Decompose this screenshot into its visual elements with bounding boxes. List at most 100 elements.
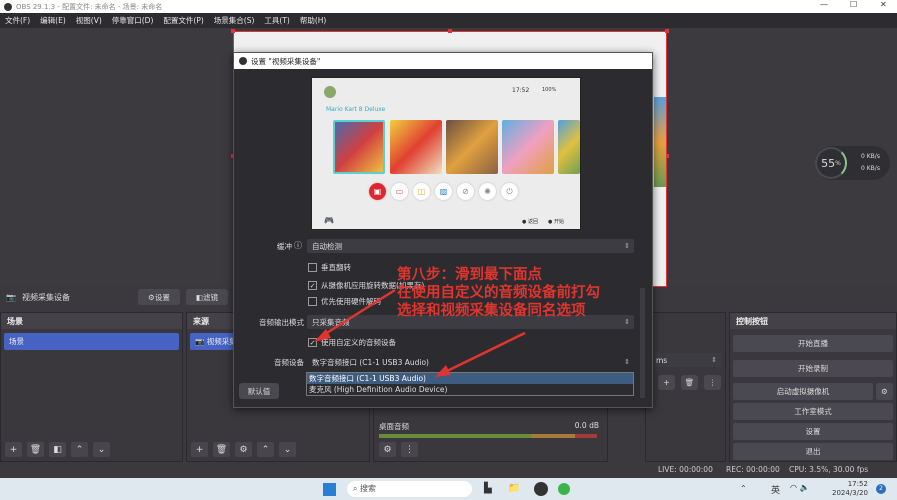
power-icon: ⏻ <box>501 183 518 200</box>
chevron-up-icon[interactable]: ⌃ <box>71 442 88 457</box>
annotation-text: 第八步：滑到最下面点 在使用自定义的音频设备前打勾 选择和视频采集设备同名选项 <box>397 266 600 320</box>
selected-source-name: 视频采集设备 <box>21 292 70 302</box>
chevron-down-icon[interactable]: ⌄ <box>93 442 110 457</box>
menu-tools[interactable]: 工具(T) <box>264 15 289 26</box>
duration-field[interactable]: ms ⇕ <box>651 353 721 367</box>
label: 垂直翻转 <box>321 263 351 272</box>
trash-icon[interactable]: 🗑 <box>681 375 698 390</box>
menu-help[interactable]: 帮助(H) <box>300 15 327 26</box>
dialog-title: 设置 "视频采集设备" <box>251 56 321 66</box>
transitions-dock: ms ⇕ + 🗑 ⋮ <box>645 312 726 462</box>
dropdown-option-selected[interactable]: 数字音频接口 (C1-1 USB3 Audio) <box>307 373 633 384</box>
clock[interactable]: 17:52 2024/3/20 <box>832 480 868 498</box>
online-icon: ▭ <box>391 183 408 200</box>
chevron-up-icon[interactable]: ⌃ <box>257 442 274 457</box>
more-icon[interactable]: ⋮ <box>401 442 418 457</box>
wifi-icon[interactable]: ◠ 🔈 <box>790 483 809 492</box>
menu-bar: 文件(F) 编辑(E) 视图(V) 停靠窗口(D) 配置文件(P) 场景集合(S… <box>0 13 897 28</box>
menu-profile[interactable]: 配置文件(P) <box>163 15 203 26</box>
taskbar: ⌕ 搜索 ▙ 📁 ⌃ 英 ◠ 🔈 17:52 2024/3/20 2 <box>0 478 897 500</box>
dropdown-option[interactable]: 麦克风 (High Definition Audio Device) <box>307 384 633 395</box>
scrollbar[interactable] <box>640 288 645 398</box>
gauge-unit: % <box>835 159 841 167</box>
controls-title: 控制按钮 <box>730 313 896 329</box>
trash-icon[interactable]: 🗑 <box>213 442 230 457</box>
source-preview: 17:52 100% Mario Kart 8 Deluxe ▣ ▭ ◫ ▨ ⊘… <box>311 77 581 230</box>
menu-scene-collection[interactable]: 场景集合(S) <box>214 15 255 26</box>
flip-vertical-checkbox[interactable]: 垂直翻转 <box>308 262 351 273</box>
close-button[interactable]: ✕ <box>880 0 887 9</box>
menu-docks[interactable]: 停靠窗口(D) <box>112 15 154 26</box>
game-title: Mario Kart 8 Deluxe <box>326 106 386 113</box>
resize-handle[interactable] <box>231 29 235 33</box>
audio-device-select[interactable]: 数字音频接口 (C1-1 USB3 Audio) ⇕ <box>307 355 634 369</box>
controls-dock: 控制按钮 开始直播 开始录制 启动虚拟摄像机 ⚙ 工作室模式 设置 退出 <box>729 312 897 462</box>
menu-file[interactable]: 文件(F) <box>5 15 30 26</box>
label: 滤镜 <box>203 292 219 302</box>
add-icon[interactable]: + <box>191 442 208 457</box>
game-tile <box>558 120 580 174</box>
gear-icon[interactable]: ⚙ <box>876 383 893 400</box>
rec-status: REC: 00:00:00 <box>726 465 780 474</box>
filter-icon[interactable]: ◧ <box>49 442 66 457</box>
value: 数字音频接口 (C1-1 USB3 Audio) <box>312 357 429 367</box>
scene-item[interactable]: 场景 <box>4 333 179 350</box>
menu-edit[interactable]: 编辑(E) <box>40 15 66 26</box>
live-status: LIVE: 00:00:00 <box>658 465 713 474</box>
obs-taskbar-icon[interactable] <box>534 482 548 496</box>
preview-time: 17:52 <box>512 87 530 94</box>
notification-badge[interactable]: 2 <box>876 484 886 494</box>
chevron-down-icon[interactable]: ⌄ <box>279 442 296 457</box>
menu-view[interactable]: 视图(V) <box>76 15 102 26</box>
maximize-button[interactable]: ☐ <box>850 0 857 9</box>
game-tile <box>502 120 554 174</box>
ime-indicator[interactable]: 英 <box>771 483 780 496</box>
network-gauge: 55% 0 KB/s 0 KB/s <box>815 146 890 180</box>
minimize-button[interactable]: — <box>820 0 828 9</box>
task-view-icon[interactable]: ▙ <box>484 483 492 494</box>
trash-icon[interactable]: 🗑 <box>27 442 44 457</box>
gauge-percent: 55 <box>821 156 836 170</box>
gear-icon[interactable]: ⚙ <box>379 442 396 457</box>
help-icon[interactable]: ⓘ <box>294 240 302 251</box>
exit-button[interactable]: 退出 <box>733 443 893 460</box>
resize-handle[interactable] <box>448 29 452 33</box>
value: 只采集音频 <box>312 317 350 327</box>
properties-dialog: 设置 "视频采集设备" 17:52 100% Mario Kart 8 Delu… <box>233 52 653 408</box>
start-streaming-button[interactable]: 开始直播 <box>733 335 893 352</box>
studio-mode-button[interactable]: 工作室模式 <box>733 403 893 420</box>
status-bar: LIVE: 00:00:00 REC: 00:00:00 CPU: 3.5%, … <box>0 462 897 478</box>
windows-start-icon[interactable] <box>323 483 336 496</box>
wechat-icon[interactable] <box>558 483 570 495</box>
start-recording-button[interactable]: 开始录制 <box>733 360 893 377</box>
source-settings-button[interactable]: ⚙ 设置 <box>137 289 180 305</box>
more-icon[interactable]: ⋮ <box>704 375 721 390</box>
tray-overflow-icon[interactable]: ⌃ <box>740 484 747 493</box>
time: 17:52 <box>847 480 868 488</box>
source-filters-button[interactable]: ◧ 滤镜 <box>185 289 228 305</box>
settings-icon: ✺ <box>479 183 496 200</box>
dialog-title-bar: 设置 "视频采集设备" <box>234 53 652 69</box>
settings-button[interactable]: 设置 <box>733 423 893 440</box>
gear-icon[interactable]: ⚙ <box>235 442 252 457</box>
hw-decode-checkbox[interactable]: 优先使用硬件解码 <box>308 296 381 307</box>
add-icon[interactable]: + <box>658 375 675 390</box>
game-tile <box>333 120 385 174</box>
label: 优先使用硬件解码 <box>321 297 381 306</box>
defaults-button[interactable]: 默认值 <box>239 383 279 399</box>
audio-device-dropdown: 数字音频接口 (C1-1 USB3 Audio) 麦克风 (High Defin… <box>306 372 634 396</box>
file-explorer-icon[interactable]: 📁 <box>508 483 520 494</box>
title-bar: OBS 29.1.3 - 配置文件: 未命名 - 场景: 未命名 — ☐ ✕ <box>0 0 897 13</box>
buffer-select[interactable]: 自动检测 ⇕ <box>307 239 634 253</box>
taskbar-search[interactable]: ⌕ 搜索 <box>347 481 472 497</box>
value: 自动检测 <box>312 241 342 251</box>
add-icon[interactable]: + <box>5 442 22 457</box>
audio-device-label: 音频设备 <box>274 358 304 367</box>
rate-unit: KB/s <box>866 165 880 172</box>
start-virtual-camera-button[interactable]: 启动虚拟摄像机 <box>733 383 873 400</box>
audio-mode-label: 音频输出模式 <box>259 318 304 327</box>
custom-audio-checkbox[interactable]: ✓ 使用自定义的音频设备 <box>308 337 396 348</box>
preview-back: ● 返回 <box>522 219 538 225</box>
resize-handle[interactable] <box>665 29 669 33</box>
preview-battery: 100% <box>542 87 557 93</box>
